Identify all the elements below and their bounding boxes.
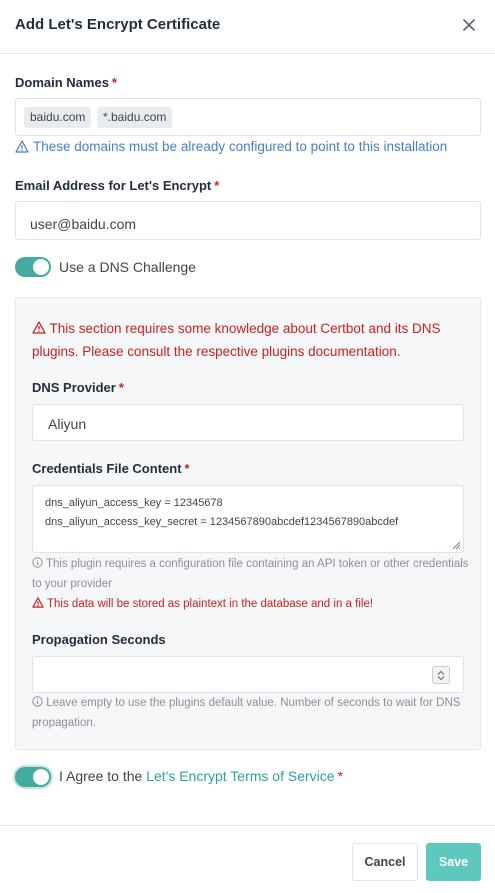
agree-label: I Agree to the Let's Encrypt Terms of Se… — [59, 768, 344, 784]
modal-header: Add Let's Encrypt Certificate — [0, 0, 495, 54]
credentials-label: Credentials File Content * — [32, 461, 190, 476]
cancel-button[interactable]: Cancel — [352, 843, 418, 881]
warning-triangle-icon — [32, 597, 44, 608]
close-icon — [463, 19, 475, 31]
domain-tag[interactable]: baidu.com — [24, 107, 92, 128]
warning-triangle-icon — [15, 140, 29, 153]
credentials-line: dns_aliyun_access_key = 12345678 — [45, 497, 223, 509]
propagation-input[interactable] — [32, 656, 464, 693]
info-circle-icon — [32, 696, 43, 707]
modal-footer: Cancel Save — [0, 825, 495, 893]
email-input[interactable]: user@baidu.com — [15, 201, 481, 240]
chevron-down-icon[interactable] — [437, 675, 445, 681]
dns-provider-select[interactable]: Aliyun — [32, 404, 464, 441]
propagation-label: Propagation Seconds — [32, 632, 166, 647]
modal-title: Add Let's Encrypt Certificate — [15, 16, 221, 33]
resize-handle-icon[interactable] — [450, 539, 461, 550]
warning-triangle-icon — [32, 321, 46, 334]
domain-names-label: Domain Names * — [15, 75, 117, 90]
info-circle-icon — [32, 557, 43, 568]
credentials-danger: This data will be stored as plaintext in… — [32, 597, 373, 610]
dns-provider-label: DNS Provider * — [32, 380, 124, 395]
email-value: user@baidu.com — [30, 216, 137, 232]
domain-tag[interactable]: *.baidu.com — [97, 107, 173, 128]
dns-challenge-label: Use a DNS Challenge — [59, 259, 196, 275]
dns-challenge-toggle[interactable] — [15, 257, 51, 277]
propagation-info: Leave empty to use the plugins default v… — [32, 696, 461, 729]
email-label: Email Address for Let's Encrypt * — [15, 178, 220, 193]
credentials-textarea[interactable]: dns_aliyun_access_key = 12345678 dns_ali… — [32, 485, 464, 553]
dns-provider-value: Aliyun — [48, 416, 87, 432]
domain-names-input[interactable]: baidu.com *.baidu.com — [15, 98, 481, 136]
toggle-knob — [33, 769, 49, 785]
credentials-line: dns_aliyun_access_key_secret = 123456789… — [45, 515, 399, 528]
credentials-info: This plugin requires a configuration fil… — [32, 557, 469, 590]
toggle-knob — [33, 259, 49, 275]
save-button[interactable]: Save — [426, 843, 481, 881]
domain-hint: These domains must be already configured… — [15, 139, 447, 154]
number-spinner[interactable] — [432, 666, 450, 684]
chevron-up-icon[interactable] — [437, 670, 445, 675]
close-button[interactable] — [457, 13, 481, 37]
agree-toggle[interactable] — [15, 767, 51, 787]
dns-warning: This section requires some knowledge abo… — [32, 321, 441, 359]
terms-link[interactable]: Let's Encrypt Terms of Service — [146, 768, 334, 784]
